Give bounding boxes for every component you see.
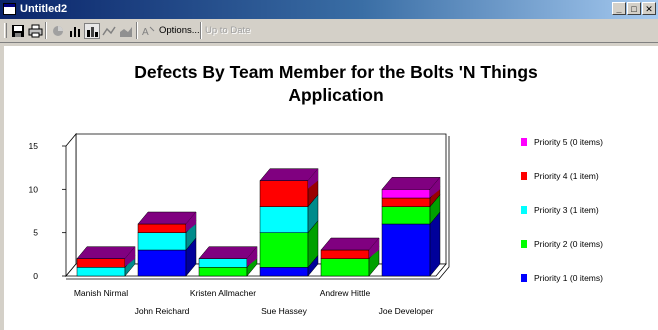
bar-segment: [259, 180, 309, 207]
maximize-button[interactable]: □: [627, 2, 641, 15]
y-tick-label: 0: [33, 271, 38, 281]
chart-title-line-1: Defects By Team Member for the Bolts 'N …: [134, 62, 538, 82]
legend-swatch: [521, 172, 527, 180]
bar-top-cap: [137, 211, 197, 225]
stacked-bar-chart-icon: [87, 27, 98, 37]
up-to-date-button[interactable]: Up to Date: [204, 23, 251, 39]
defects-chart: Defects By Team Member for the Bolts 'N …: [29, 62, 604, 316]
bar-segment: [259, 206, 309, 233]
title-bar[interactable]: Untitled2 _ □ ✕: [0, 0, 658, 19]
save-button[interactable]: [10, 23, 26, 39]
x-category-label: Andrew Hittle: [320, 288, 371, 298]
options-button[interactable]: Options...: [158, 23, 201, 39]
bar-segment: [381, 189, 431, 199]
bar-segment: [320, 249, 370, 259]
bar-segment: [76, 267, 126, 277]
chart-canvas: Defects By Team Member for the Bolts 'N …: [4, 46, 658, 330]
bar-segment: [198, 267, 248, 277]
bar-segment: [198, 258, 248, 268]
save-icon: [12, 25, 24, 37]
chart-title-line-2: Application: [288, 85, 383, 105]
y-tick-label: 10: [29, 184, 39, 194]
y-tick-label: 5: [33, 228, 38, 238]
x-category-label: Joe Developer: [379, 306, 434, 316]
text-format-icon: A: [142, 26, 155, 38]
bar-segment: [320, 258, 370, 277]
legend-swatch: [521, 206, 527, 214]
text-format-button[interactable]: A: [140, 23, 156, 39]
bar-segment: [137, 249, 187, 277]
print-button[interactable]: [27, 23, 43, 39]
legend-label: Priority 2 (0 items): [534, 239, 603, 249]
legend-label: Priority 3 (1 item): [534, 205, 599, 215]
window-title: Untitled2: [20, 3, 68, 15]
bar-chart-button[interactable]: [67, 23, 83, 39]
window-icon: [3, 3, 16, 15]
area-chart-button[interactable]: [118, 23, 134, 39]
bar-segment: [137, 223, 187, 233]
minimize-button[interactable]: _: [612, 2, 626, 15]
bar-top-cap: [259, 168, 319, 181]
legend-swatch: [521, 138, 527, 146]
pie-chart-button[interactable]: [50, 23, 66, 39]
chart-side-wall: [65, 132, 77, 278]
toolbar: A Options... Up to Date: [0, 19, 658, 43]
bar-segment: [76, 258, 126, 268]
x-category-label: Manish Nirmal: [74, 288, 128, 298]
line-chart-button[interactable]: [101, 23, 117, 39]
x-category-label: Kristen Allmacher: [190, 288, 256, 298]
toolbar-grip[interactable]: [4, 23, 7, 38]
bar-top-cap: [320, 237, 380, 251]
svg-text:A: A: [142, 27, 149, 38]
area-chart-icon: [120, 27, 132, 37]
x-category-label: John Reichard: [135, 306, 190, 316]
legend-swatch: [521, 274, 527, 282]
legend-label: Priority 4 (1 item): [534, 171, 599, 181]
close-button[interactable]: ✕: [642, 2, 656, 15]
line-chart-icon: [102, 26, 116, 36]
bar-segment: [259, 267, 309, 277]
bar-segment: [259, 232, 309, 268]
legend-label: Priority 1 (0 items): [534, 273, 603, 283]
print-icon: [28, 24, 42, 38]
bar-segment: [137, 232, 187, 251]
bar-segment: [381, 197, 431, 207]
stacked-bar-chart-button[interactable]: [84, 23, 100, 39]
legend-swatch: [521, 240, 527, 248]
bar-top-cap: [381, 177, 441, 190]
application-window: Untitled2 _ □ ✕ A Options... Up to Date …: [0, 0, 658, 330]
legend-label: Priority 5 (0 items): [534, 137, 603, 147]
bar-segment: [381, 223, 431, 277]
x-category-label: Sue Hassey: [261, 306, 308, 316]
bar-top-cap: [76, 246, 136, 259]
bar-segment: [381, 206, 431, 225]
pie-chart-icon: [53, 26, 63, 36]
bar-top-cap: [198, 246, 258, 259]
y-tick-label: 15: [29, 141, 39, 151]
bar-chart-icon: [70, 27, 80, 37]
